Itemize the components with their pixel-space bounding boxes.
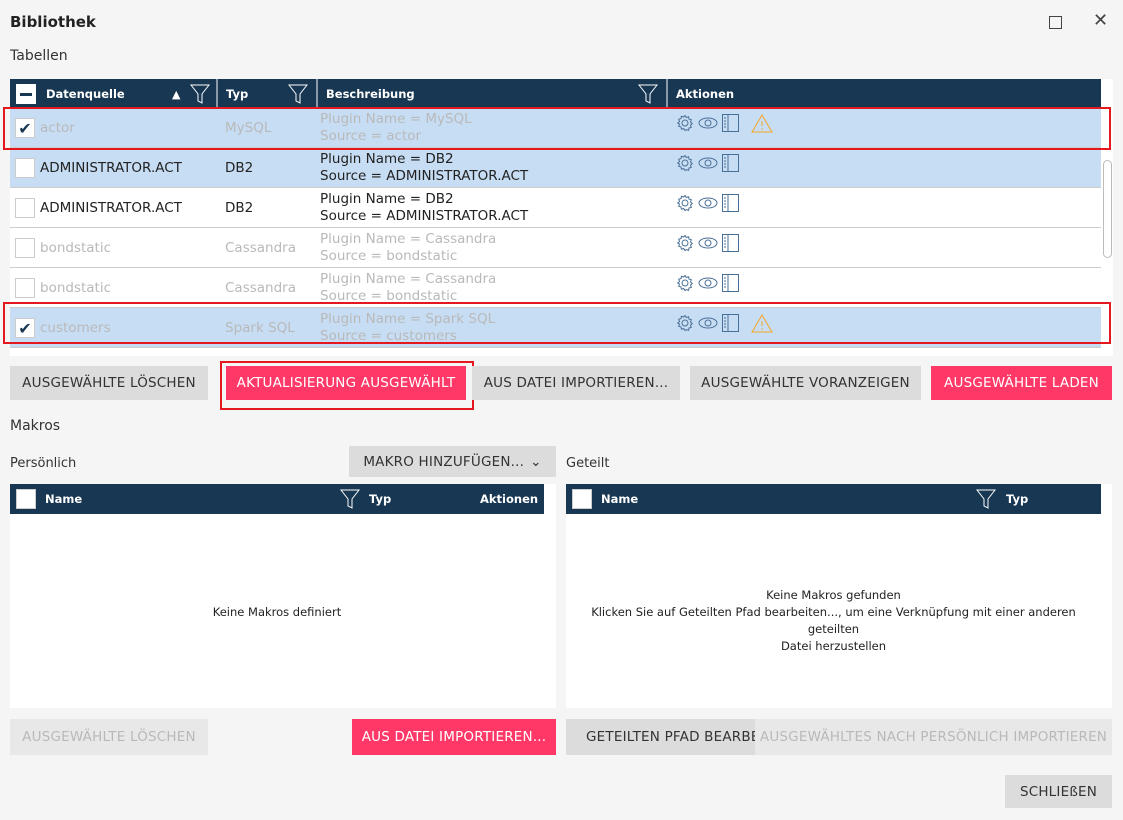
columns-icon[interactable] xyxy=(722,154,739,172)
filter-icon[interactable] xyxy=(976,488,996,510)
maximize-icon[interactable] xyxy=(1049,16,1062,29)
load-selected-button[interactable]: AUSGEWÄHLTE LADEN xyxy=(931,366,1112,400)
row-actions xyxy=(676,223,739,263)
row-description: Plugin Name = DB2 Source = ADMINISTRATOR.… xyxy=(320,151,529,184)
filter-icon[interactable] xyxy=(638,83,658,105)
highlight-box xyxy=(220,361,474,410)
close-button[interactable]: SCHLIEßEN xyxy=(1005,775,1112,808)
personal-label: Persönlich xyxy=(10,456,77,471)
preview-eye-icon[interactable] xyxy=(698,156,718,170)
shared-label: Geteilt xyxy=(566,456,610,471)
col-beschreibung[interactable]: Beschreibung xyxy=(318,79,668,109)
preview-eye-icon[interactable] xyxy=(698,196,718,210)
personal-macros-header: Name Typ Aktionen xyxy=(10,484,544,514)
row-datasource: ADMINISTRATOR.ACT xyxy=(40,200,182,216)
select-all-checkbox[interactable] xyxy=(572,489,592,509)
filter-icon[interactable] xyxy=(288,83,308,105)
row-checkbox[interactable] xyxy=(15,278,35,298)
row-type: DB2 xyxy=(225,160,254,176)
edit-shared-path-button[interactable]: GETEILTEN PFAD BEARBEITEN... xyxy=(566,719,755,755)
row-type: DB2 xyxy=(225,200,254,216)
tables-section-label: Tabellen xyxy=(10,48,68,64)
columns-icon[interactable] xyxy=(722,274,739,292)
close-icon[interactable]: ✕ xyxy=(1093,10,1108,31)
table-row[interactable]: ADMINISTRATOR.ACT DB2 Plugin Name = DB2 S… xyxy=(10,188,1101,228)
columns-icon[interactable] xyxy=(722,194,739,212)
col-datenquelle[interactable]: Datenquelle ▲ xyxy=(10,79,218,109)
shared-empty-message: Keine Makros gefunden Klicken Sie auf Ge… xyxy=(591,588,1076,653)
row-checkbox[interactable] xyxy=(15,238,35,258)
select-all-checkbox[interactable] xyxy=(16,84,36,104)
delete-selected-button[interactable]: AUSGEWÄHLTE LÖSCHEN xyxy=(10,366,208,400)
settings-gear-icon[interactable] xyxy=(676,194,694,212)
row-checkbox[interactable] xyxy=(15,198,35,218)
window-title: Bibliothek xyxy=(10,13,96,31)
settings-gear-icon[interactable] xyxy=(676,154,694,172)
highlight-box xyxy=(3,107,1111,150)
add-macro-button[interactable]: MAKRO HINZUFÜGEN... ⌄ xyxy=(349,446,556,477)
row-datasource: bondstatic xyxy=(40,240,112,256)
sort-asc-icon[interactable]: ▲ xyxy=(172,88,180,101)
preview-eye-icon[interactable] xyxy=(698,276,718,290)
table-row[interactable]: bondstatic Cassandra Plugin Name = Cassa… xyxy=(10,228,1101,268)
settings-gear-icon[interactable] xyxy=(676,234,694,252)
delete-macros-button[interactable]: AUSGEWÄHLTE LÖSCHEN xyxy=(10,719,208,755)
personal-empty-message: Keine Makros definiert xyxy=(212,605,342,619)
import-to-personal-button[interactable]: AUSGEWÄHLTES NACH PERSÖNLICH IMPORTIEREN xyxy=(755,719,1112,755)
row-type: Cassandra xyxy=(225,240,296,256)
row-description: Plugin Name = DB2 Source = ADMINISTRATOR.… xyxy=(320,191,529,224)
col-typ[interactable]: Typ xyxy=(218,79,318,109)
preview-eye-icon[interactable] xyxy=(698,236,718,250)
shared-macros-header: Name Typ xyxy=(566,484,1101,514)
import-macros-button[interactable]: AUS DATEI IMPORTIEREN... xyxy=(352,719,556,755)
import-from-file-button[interactable]: AUS DATEI IMPORTIEREN... xyxy=(472,366,680,400)
row-actions xyxy=(676,183,739,223)
filter-icon[interactable] xyxy=(340,488,360,510)
tables-header: Datenquelle ▲ Typ Beschreibung Aktionen xyxy=(10,79,1101,109)
filter-icon[interactable] xyxy=(190,83,210,105)
preview-selected-button[interactable]: AUSGEWÄHLTE VORANZEIGEN xyxy=(690,366,921,400)
settings-gear-icon[interactable] xyxy=(676,274,694,292)
row-actions xyxy=(676,263,739,303)
columns-icon[interactable] xyxy=(722,234,739,252)
scrollbar[interactable] xyxy=(1103,160,1112,258)
row-checkbox[interactable] xyxy=(15,158,35,178)
macros-section-label: Makros xyxy=(10,418,61,434)
personal-macros-grid xyxy=(10,484,556,708)
highlight-box xyxy=(3,302,1111,344)
table-row[interactable]: ADMINISTRATOR.ACT DB2 Plugin Name = DB2 S… xyxy=(10,148,1101,188)
row-datasource: ADMINISTRATOR.ACT xyxy=(40,160,182,176)
select-all-checkbox[interactable] xyxy=(16,489,36,509)
chevron-down-icon: ⌄ xyxy=(530,453,542,470)
row-description: Plugin Name = Cassandra Source = bondstat… xyxy=(320,231,497,264)
